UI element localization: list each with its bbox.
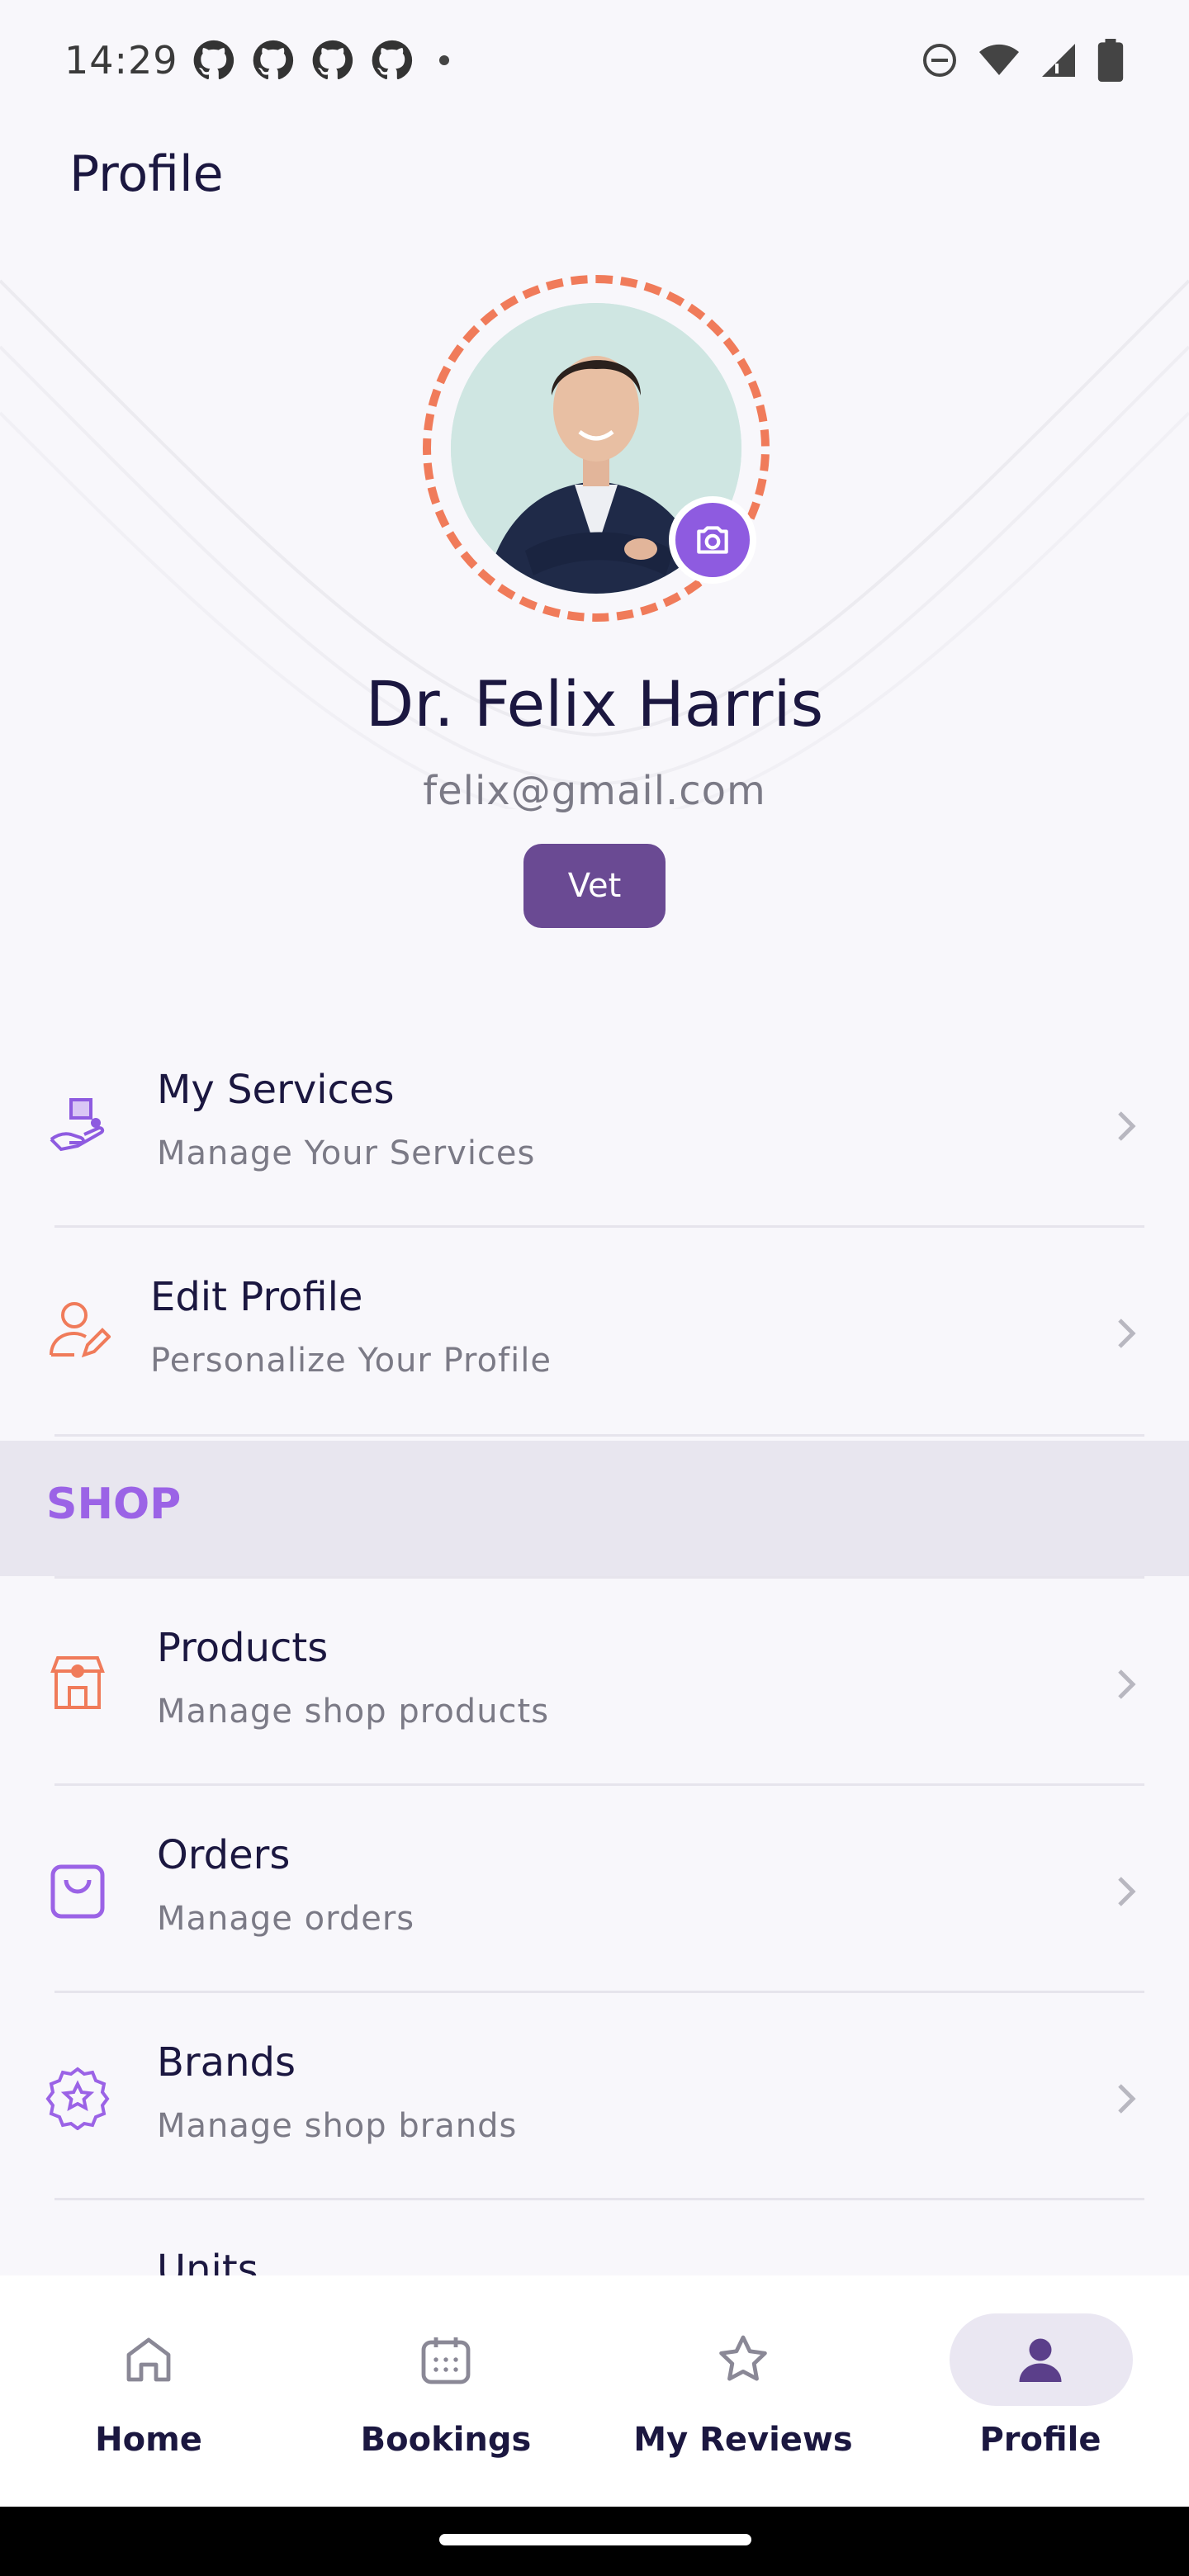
chevron-right-icon	[1118, 2084, 1136, 2114]
shop-store-icon	[50, 1656, 105, 1709]
github-notification-icon	[193, 40, 234, 79]
nav-label: Profile	[979, 2421, 1101, 2459]
badge-star-icon	[45, 2067, 110, 2130]
status-left: 14:29	[64, 36, 449, 84]
units-icon	[45, 2270, 111, 2275]
change-photo-button[interactable]	[669, 496, 756, 584]
more-notifications-dot-icon	[438, 54, 449, 65]
nav-label: Home	[95, 2421, 202, 2459]
nav-item-profile[interactable]: Profile	[892, 2275, 1189, 2507]
home-icon	[126, 2337, 171, 2382]
nav-label: Bookings	[360, 2421, 532, 2459]
menu-item-title: Products	[157, 1625, 329, 1671]
battery-icon	[1097, 38, 1124, 82]
wifi-icon	[979, 44, 1019, 75]
shop-section-label: SHOP	[46, 1480, 182, 1529]
status-time: 14:29	[64, 37, 178, 83]
menu-item-orders[interactable]: Orders Manage orders	[0, 1786, 1189, 1994]
menu-item-subtitle: Manage shop brands	[157, 2107, 518, 2145]
divider	[54, 1434, 1144, 1437]
menu-item-subtitle: Manage Your Services	[157, 1134, 536, 1172]
menu-item-brands[interactable]: Brands Manage shop brands	[0, 1993, 1189, 2201]
menu-item-subtitle: Manage shop products	[157, 1693, 550, 1731]
profile-name: Dr. Felix Harris	[365, 667, 824, 741]
status-bar: 14:29	[0, 0, 1189, 120]
github-notification-icon	[253, 40, 293, 79]
chevron-right-icon	[1118, 1319, 1136, 1348]
home-gesture-handle[interactable]	[439, 2534, 751, 2545]
github-notification-icon	[372, 40, 412, 79]
cellular-signal-icon	[1042, 43, 1075, 77]
menu-item-title: My Services	[157, 1067, 395, 1113]
nav-item-bookings[interactable]: Bookings	[297, 2275, 594, 2507]
person-icon	[1019, 2338, 1062, 2382]
menu-item-title: Edit Profile	[150, 1274, 363, 1320]
camera-icon	[697, 526, 728, 554]
shopping-bag-icon	[50, 1864, 105, 1919]
calendar-icon	[421, 2337, 471, 2384]
profile-email: felix@gmail.com	[423, 768, 766, 814]
menu-item-title: Brands	[157, 2039, 296, 2086]
do-not-disturb-icon	[923, 43, 956, 77]
menu-item-title: Orders	[157, 1832, 291, 1878]
star-icon	[719, 2335, 767, 2381]
chevron-right-icon	[1118, 1877, 1136, 1906]
chevron-right-icon	[1118, 1669, 1136, 1699]
bottom-navigation: Home Bookings My Reviews Profile	[0, 2275, 1189, 2507]
nav-item-my-reviews[interactable]: My Reviews	[594, 2275, 892, 2507]
menu-item-my-services[interactable]: My Services Manage Your Services	[0, 1017, 1189, 1225]
status-right	[920, 38, 1125, 82]
menu-item-units[interactable]: Units	[0, 2200, 1189, 2275]
services-hand-icon	[50, 1098, 105, 1152]
menu-item-products[interactable]: Products Manage shop products	[0, 1579, 1189, 1787]
chevron-right-icon	[1118, 1111, 1136, 1141]
nav-item-home[interactable]: Home	[0, 2275, 297, 2507]
github-notification-icon	[312, 40, 353, 79]
menu-item-title: Units	[157, 2247, 258, 2275]
role-badge: Vet	[523, 844, 666, 928]
nav-label: My Reviews	[633, 2421, 853, 2459]
page-title: Profile	[69, 145, 224, 203]
menu-item-edit-profile[interactable]: Edit Profile Personalize Your Profile	[0, 1228, 1189, 1436]
menu-item-subtitle: Manage orders	[157, 1900, 415, 1938]
menu-item-subtitle: Personalize Your Profile	[150, 1342, 552, 1380]
edit-profile-icon	[50, 1302, 111, 1358]
